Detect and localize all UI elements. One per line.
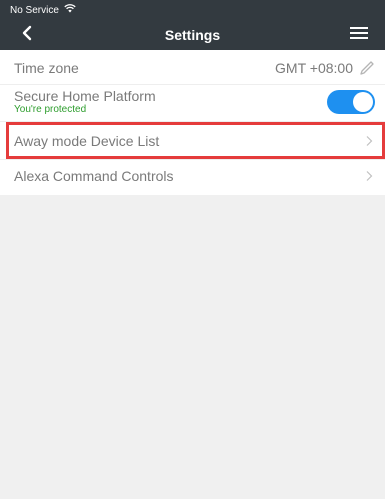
secure-home-label: Secure Home Platform	[14, 88, 156, 104]
secure-home-status: You're protected	[14, 104, 87, 115]
alexa-command-controls-row[interactable]: Alexa Command Controls	[0, 160, 385, 192]
nav-bar: Settings	[0, 20, 385, 50]
chevron-left-icon	[21, 25, 33, 46]
chevron-right-icon	[363, 170, 375, 182]
secure-home-row: Secure Home Platform You're protected	[0, 84, 385, 120]
time-zone-row[interactable]: Time zone GMT +08:00	[0, 52, 385, 84]
alexa-label: Alexa Command Controls	[14, 168, 174, 184]
hamburger-menu-icon	[350, 26, 368, 45]
status-bar: No Service	[0, 0, 385, 20]
page-title: Settings	[164, 27, 221, 43]
settings-list: Time zone GMT +08:00 Secure Home Platfor…	[0, 50, 385, 195]
toggle-knob	[353, 92, 373, 112]
carrier-text: No Service	[10, 4, 59, 16]
time-zone-label: Time zone	[14, 60, 79, 76]
away-mode-device-list-row[interactable]: Away mode Device List	[0, 123, 385, 159]
divider	[0, 121, 385, 122]
secure-home-text: Secure Home Platform You're protected	[14, 88, 327, 116]
pencil-icon[interactable]	[359, 60, 375, 76]
wifi-icon	[64, 4, 76, 16]
chevron-right-icon	[363, 135, 375, 147]
time-zone-value: GMT +08:00	[275, 60, 353, 76]
menu-button[interactable]	[347, 26, 371, 44]
back-button[interactable]	[14, 24, 40, 46]
away-mode-label: Away mode Device List	[14, 133, 160, 149]
secure-home-toggle[interactable]	[327, 90, 375, 114]
